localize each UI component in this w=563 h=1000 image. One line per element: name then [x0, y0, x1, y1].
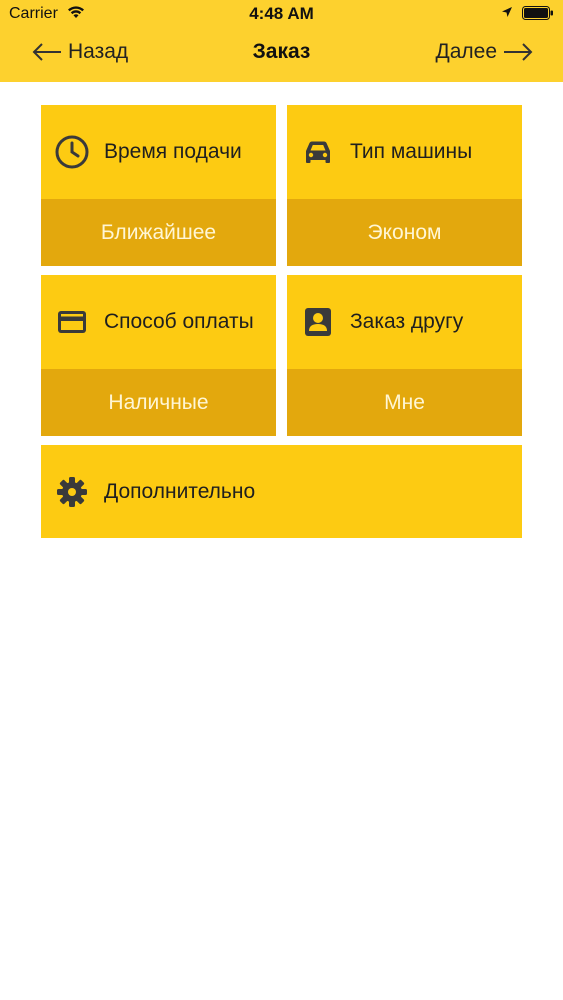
- next-button-label: Далее: [435, 40, 497, 63]
- car-icon: [306, 141, 330, 163]
- payment-method-header: Способ оплаты: [41, 275, 276, 369]
- arrow-right-icon: [504, 43, 533, 61]
- car-type-header: Тип машины: [287, 105, 522, 199]
- status-time: 4:48 AM: [249, 4, 314, 23]
- car-type-card[interactable]: Тип машины Эконом: [287, 105, 522, 266]
- gear-icon: [57, 476, 87, 507]
- extras-card[interactable]: Дополнительно: [41, 445, 522, 538]
- pickup-time-title: Время подачи: [104, 140, 242, 163]
- payment-method-value: Наличные: [108, 390, 209, 414]
- order-for-friend-card[interactable]: Заказ другу Мне: [287, 275, 522, 436]
- battery-icon: [522, 6, 553, 20]
- order-for-friend-title: Заказ другу: [350, 310, 464, 333]
- car-type-title: Тип машины: [350, 140, 473, 163]
- clock-icon: [55, 135, 89, 169]
- car-type-value: Эконом: [367, 220, 442, 244]
- header-bar: Carrier 4:48 AM Назад Заказ Далее: [0, 0, 563, 82]
- pickup-time-value: Ближайшее: [100, 220, 217, 244]
- payment-method-card[interactable]: Способ оплаты Наличные: [41, 275, 276, 436]
- order-for-friend-value: Мне: [384, 390, 425, 414]
- pickup-time-card[interactable]: Время подачи Ближайшее: [41, 105, 276, 266]
- location-arrow-icon: [502, 7, 512, 17]
- car-type-value-box: Эконом: [287, 199, 522, 266]
- credit-card-icon: [58, 311, 86, 333]
- order-for-friend-header: Заказ другу: [287, 275, 522, 369]
- contact-icon: [305, 308, 331, 336]
- extras-title: Дополнительно: [104, 479, 256, 503]
- payment-method-value-box: Наличные: [41, 369, 276, 436]
- pickup-time-value-box: Ближайшее: [41, 199, 276, 266]
- next-button[interactable]: Далее: [435, 38, 533, 66]
- payment-method-title: Способ оплаты: [104, 310, 254, 333]
- pickup-time-header: Время подачи: [41, 105, 276, 199]
- status-bar: Carrier 4:48 AM: [0, 0, 563, 30]
- order-for-friend-value-box: Мне: [287, 369, 522, 436]
